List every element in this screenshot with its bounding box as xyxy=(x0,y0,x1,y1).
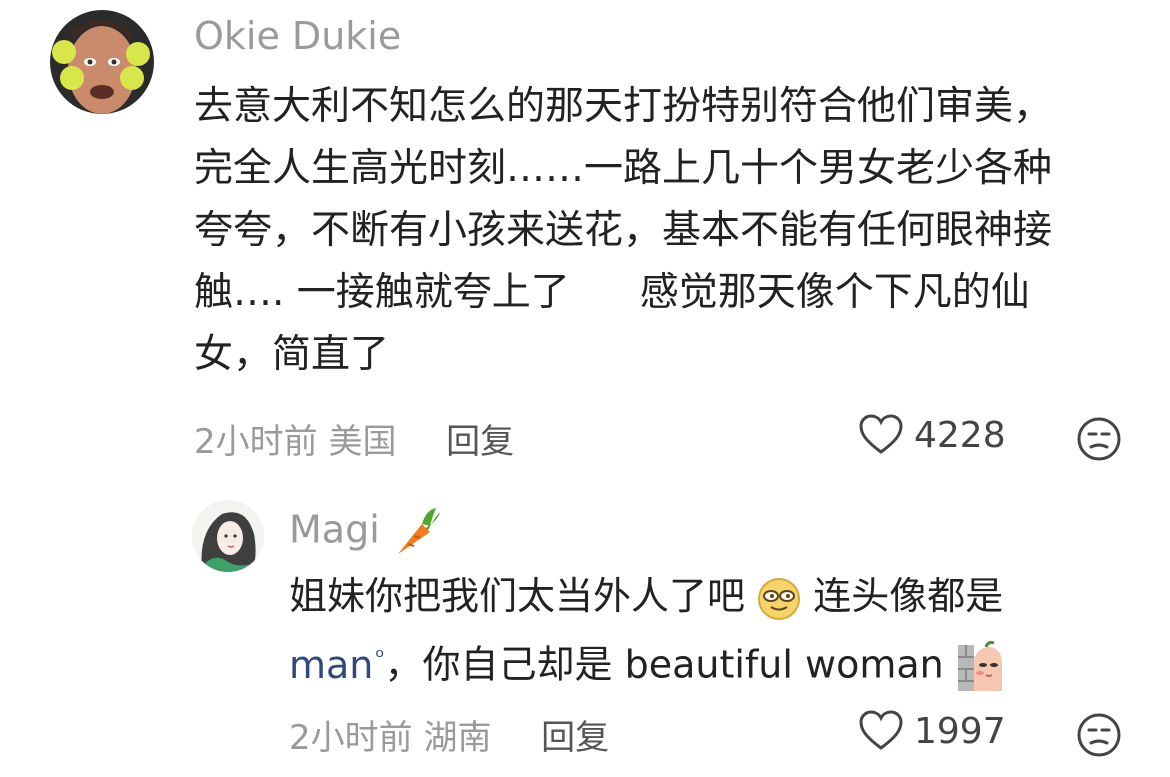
comment-text-line: 触…. 一接触就夸上了 感觉那天像个下凡的仙 xyxy=(194,262,1052,324)
unamused-face-icon xyxy=(1077,417,1121,461)
avatar[interactable] xyxy=(192,500,264,572)
unamused-face-icon xyxy=(1077,713,1121,757)
dislike-button[interactable] xyxy=(1076,712,1122,762)
comment-text-line: 完全人生高光时刻……一路上几十个男女老少各种 xyxy=(194,146,1053,191)
reply-username[interactable]: Magi xyxy=(289,506,442,558)
mention-link[interactable]: manᵒ xyxy=(289,643,385,687)
reply-text-fragment: 姐妹你把我们太当外人了吧 xyxy=(289,574,746,618)
reply-button[interactable]: 回复 xyxy=(446,422,514,462)
comment-time: 2小时前 xyxy=(194,422,318,462)
comment-text-line: 夸夸，不断有小孩来送花，基本不能有任何眼神接 xyxy=(194,208,1053,253)
comment-location: 美国 xyxy=(328,422,397,462)
reply-meta: 2小时前 湖南 回复 xyxy=(289,710,609,759)
reply-text-fragment: 连头像都是 xyxy=(813,574,1004,618)
reply-text-line: manᵒ，你自己却是 beautiful woman xyxy=(289,627,1006,696)
reply-username-text: Magi xyxy=(289,507,380,552)
dislike-button[interactable] xyxy=(1076,416,1122,466)
girl-with-green-hair-avatar xyxy=(192,500,264,572)
comment-text-fragment: 感觉那天像个下凡的仙 xyxy=(639,270,1030,315)
heart-icon xyxy=(859,710,903,750)
reply-text-fragment: ，你自己却是 beautiful woman xyxy=(384,642,944,687)
reply-text-line: 姐妹你把我们太当外人了吧 连头像都是 xyxy=(289,565,1006,627)
avatar[interactable] xyxy=(50,10,154,114)
glasses-smile-emoji-icon xyxy=(758,577,801,620)
mention-text: man xyxy=(289,642,374,687)
like-count: 4228 xyxy=(914,414,1006,456)
comment-text-line: 女，简直了 xyxy=(194,332,390,377)
reply-time: 2小时前 xyxy=(289,718,413,758)
peeking-behind-wall-emoji-icon xyxy=(957,641,1002,692)
heart-icon xyxy=(859,414,903,454)
comment-text: 去意大利不知怎么的那天打扮特别符合他们审美， 完全人生高光时刻……一路上几十个男… xyxy=(194,76,1052,386)
man-holding-tennis-balls-avatar xyxy=(50,10,154,114)
comment-text-fragment: 触…. 一接触就夸上了 xyxy=(194,270,570,315)
comment-text-line: 去意大利不知怎么的那天打扮特别符合他们审美， xyxy=(194,84,1053,129)
search-icon: ᵒ xyxy=(375,645,385,670)
reply-text: 姐妹你把我们太当外人了吧 连头像都是 manᵒ，你自己却是 beautiful … xyxy=(289,565,1006,696)
reply-button[interactable]: 回复 xyxy=(541,718,609,758)
comment-meta: 2小时前 美国 回复 xyxy=(194,414,514,463)
reply-location: 湖南 xyxy=(423,718,492,758)
carrot-icon xyxy=(397,508,440,554)
like-count: 1997 xyxy=(914,710,1006,752)
comment-username[interactable]: Okie Dukie xyxy=(194,14,401,58)
like-button[interactable]: 1997 xyxy=(858,710,1006,752)
like-button[interactable]: 4228 xyxy=(858,414,1006,456)
